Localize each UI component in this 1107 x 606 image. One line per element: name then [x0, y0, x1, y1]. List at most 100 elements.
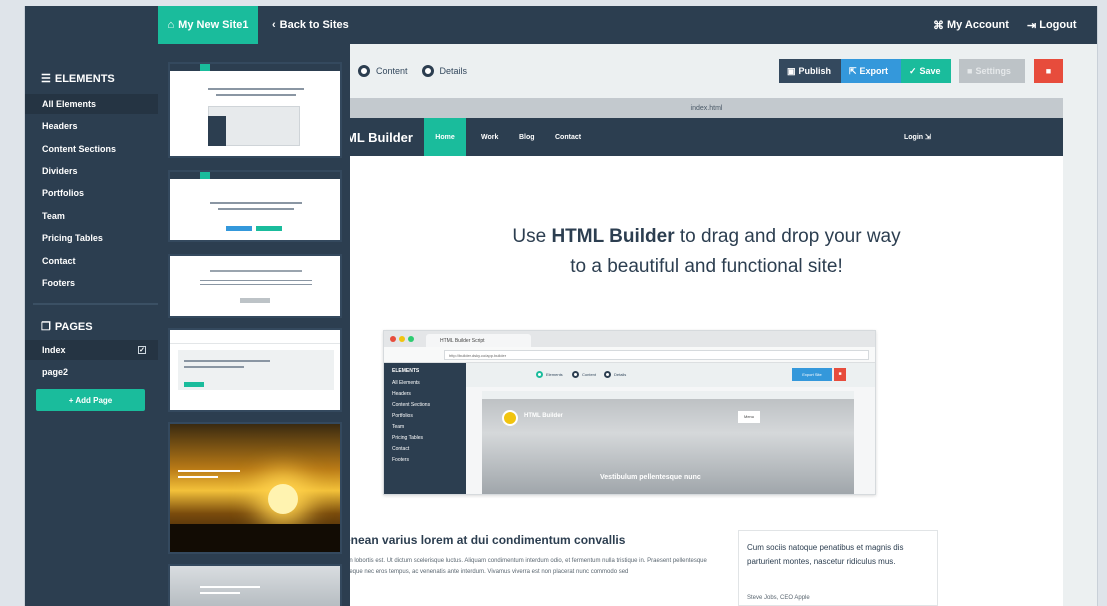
mode-content[interactable]: Content: [358, 65, 408, 77]
account-label: My Account: [947, 19, 1009, 31]
canvas-navbar: ML Builder Home Work Blog Contact Login …: [350, 118, 1063, 156]
editor-main: Content Details ▣ Publish ⇱ Export ✓ Sav…: [350, 44, 1097, 606]
radio-icon[interactable]: [421, 65, 434, 77]
sidebar-item-label: Pricing Tables: [42, 233, 103, 243]
canvas-nav-contact[interactable]: Contact: [555, 118, 581, 156]
logout-icon: ⇥: [1027, 19, 1037, 32]
sidebar-item-footers[interactable]: Footers: [25, 273, 158, 293]
action-toolbar: ▣ Publish ⇱ Export ✓ Save ■ Settings ■: [779, 59, 1063, 83]
canvas-nav-work[interactable]: Work: [481, 118, 498, 156]
editor-scroll-area[interactable]: [1063, 98, 1097, 606]
trash-icon: ■: [1045, 66, 1052, 76]
page-item-index[interactable]: Index ✓: [25, 340, 158, 360]
page-label: Index: [42, 345, 66, 355]
sidebar-item-portfolios[interactable]: Portfolios: [25, 183, 158, 203]
mock-export-button: Export Site: [792, 368, 832, 381]
list-icon: ☰: [41, 73, 51, 85]
sidebar-item-label: Footers: [42, 278, 76, 288]
section-title: enean varius lorem at dui condimentum co…: [350, 533, 626, 547]
mock-tab: HTML Builder Script: [426, 334, 531, 347]
save-label: Save: [919, 66, 941, 76]
settings-button[interactable]: ■ Settings: [959, 59, 1025, 83]
sidebar-item-label: Dividers: [42, 166, 78, 176]
builder-screenshot: HTML Builder Script http://builder.dsky.…: [383, 330, 876, 495]
testimonial-author: Steve Jobs, CEO Apple: [747, 595, 810, 601]
login-label: Login: [904, 133, 924, 141]
sidebar-item-contact[interactable]: Contact: [25, 251, 158, 271]
export-icon: ⇱: [849, 65, 857, 76]
mode-label: Content: [376, 66, 408, 76]
checkbox-icon[interactable]: ✓: [138, 346, 146, 354]
mock-url: http://builder.dsky.co/app.builder: [444, 350, 869, 360]
mock-sidebar-item: Contact: [392, 446, 410, 452]
mode-label: Details: [439, 66, 468, 76]
site-tab[interactable]: ⌂ My New Site1: [158, 6, 258, 44]
mode-details[interactable]: Details: [421, 65, 468, 77]
sidebar-divider: [33, 303, 158, 305]
mock-toolbar: Elements Content Details Export Site ■: [466, 363, 875, 387]
back-label: Back to Sites: [279, 19, 349, 31]
mock-radio-label: Elements: [546, 372, 563, 377]
mock-sidebar-item: Headers: [392, 391, 411, 397]
pages-icon: ❐: [41, 321, 51, 333]
canvas-login-link[interactable]: Login ⇲: [904, 118, 931, 156]
sidebar-item-pricing-tables[interactable]: Pricing Tables: [25, 228, 158, 248]
hero-line-2: to a beautiful and functional site!: [570, 256, 843, 277]
mock-sidebar-title: ELEMENTS: [392, 368, 420, 374]
mock-sidebar-item: All Elements: [392, 380, 420, 386]
thumbnail-divider[interactable]: [168, 254, 342, 318]
elements-heading: ☰ ELEMENTS: [41, 72, 115, 86]
page-canvas[interactable]: ML Builder Home Work Blog Contact Login …: [350, 118, 1063, 606]
thumbnail-content[interactable]: [168, 170, 342, 242]
my-account-link[interactable]: ⌘ My Account: [933, 6, 1009, 44]
sidebar-item-team[interactable]: Team: [25, 206, 158, 226]
testimonial-box: Cum sociis natoque penatibus et magnis d…: [738, 530, 938, 606]
pages-title: PAGES: [54, 320, 93, 333]
mock-url-bar: http://builder.dsky.co/app.builder: [384, 347, 875, 363]
logout-label: Logout: [1039, 19, 1077, 31]
element-thumbnails: [158, 44, 350, 606]
thumbnail-header[interactable]: [168, 62, 342, 158]
account-icon: ⌘: [933, 19, 944, 32]
mock-sidebar-item: Team: [392, 424, 405, 430]
export-label: Export: [859, 66, 889, 76]
delete-button[interactable]: ■: [1034, 59, 1063, 83]
mock-site-title: HTML Builder: [524, 413, 563, 419]
sidebar-item-label: Contact: [42, 256, 76, 266]
mock-sidebar-item: Pricing Tables: [392, 435, 424, 441]
settings-label: Settings: [975, 66, 1011, 76]
mock-logo: [502, 410, 518, 426]
back-to-sites-link[interactable]: ‹ Back to Sites: [272, 6, 349, 44]
canvas-nav-blog[interactable]: Blog: [519, 118, 535, 156]
mock-delete-icon: ■: [834, 368, 846, 381]
canvas-brand[interactable]: ML Builder: [350, 118, 413, 156]
sidebar-item-all-elements[interactable]: All Elements: [25, 94, 158, 114]
testimonial-text: Cum sociis natoque penatibus et magnis d…: [747, 543, 904, 566]
site-name: My New Site1: [178, 19, 249, 31]
mock-menu-button: Menu: [738, 411, 760, 423]
mock-radio-label: Details: [614, 372, 627, 377]
sidebar-item-headers[interactable]: Headers: [25, 116, 158, 136]
pages-heading: ❐ PAGES: [41, 320, 93, 334]
top-bar: ⌂ My New Site1 ‹ Back to Sites ⌘ My Acco…: [25, 6, 1097, 44]
sidebar-item-label: Team: [42, 211, 65, 221]
thumbnail-grey-header[interactable]: [168, 564, 342, 606]
page-item-page2[interactable]: page2: [25, 362, 158, 382]
sidebar: ☰ ELEMENTS All Elements Headers Content …: [25, 44, 158, 606]
sidebar-item-content-sections[interactable]: Content Sections: [25, 139, 158, 159]
publish-button[interactable]: ▣ Publish: [779, 59, 841, 83]
thumbnail-portfolio[interactable]: [168, 328, 342, 412]
mode-switcher: Content Details: [358, 65, 467, 77]
sidebar-item-dividers[interactable]: Dividers: [25, 161, 158, 181]
thumbnail-photo-header[interactable]: [168, 422, 342, 554]
canvas-nav-home[interactable]: Home: [424, 118, 466, 156]
export-button[interactable]: ⇱ Export: [841, 59, 901, 83]
save-button[interactable]: ✓ Save: [901, 59, 951, 83]
publish-icon: ▣: [787, 65, 796, 76]
logout-link[interactable]: ⇥ Logout: [1027, 6, 1076, 44]
mock-sidebar-item: Portfolios: [392, 413, 413, 419]
sidebar-item-label: All Elements: [42, 99, 97, 109]
add-page-button[interactable]: + Add Page: [36, 389, 145, 411]
radio-icon[interactable]: [358, 65, 370, 77]
mock-sidebar-item: Content Sections: [392, 402, 431, 408]
